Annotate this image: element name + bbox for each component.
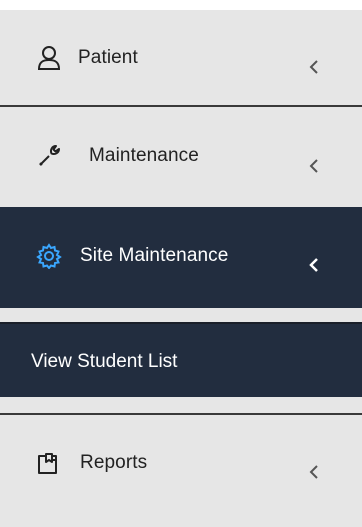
sidebar-item-maintenance[interactable]: Maintenance — [0, 107, 362, 207]
sidebar-item-label: Maintenance — [89, 145, 199, 166]
sidebar-item-patient[interactable]: Patient — [0, 10, 362, 105]
chevron-left-icon[interactable] — [308, 463, 320, 481]
sidebar-item-label: Patient — [78, 47, 138, 68]
menu-spacer — [0, 308, 362, 322]
chevron-left-icon[interactable] — [308, 256, 320, 274]
sidebar-nav: Patient Maintenance Site Maintenance Vie… — [0, 0, 362, 527]
gear-icon — [36, 243, 62, 269]
user-icon — [36, 45, 62, 71]
sidebar-item-label: Reports — [80, 452, 148, 473]
sidebar-item-site-maintenance[interactable]: Site Maintenance — [0, 207, 362, 308]
menu-spacer — [0, 397, 362, 413]
report-icon — [36, 450, 62, 476]
chevron-left-icon[interactable] — [308, 58, 320, 76]
submenu-item-view-student-list[interactable]: View Student List — [0, 322, 362, 397]
wrench-icon — [36, 143, 62, 169]
chevron-left-icon[interactable] — [308, 157, 320, 175]
sidebar-item-label: Site Maintenance — [80, 245, 229, 266]
submenu-item-label: View Student List — [31, 351, 178, 372]
sidebar-item-reports[interactable]: Reports — [0, 415, 362, 527]
